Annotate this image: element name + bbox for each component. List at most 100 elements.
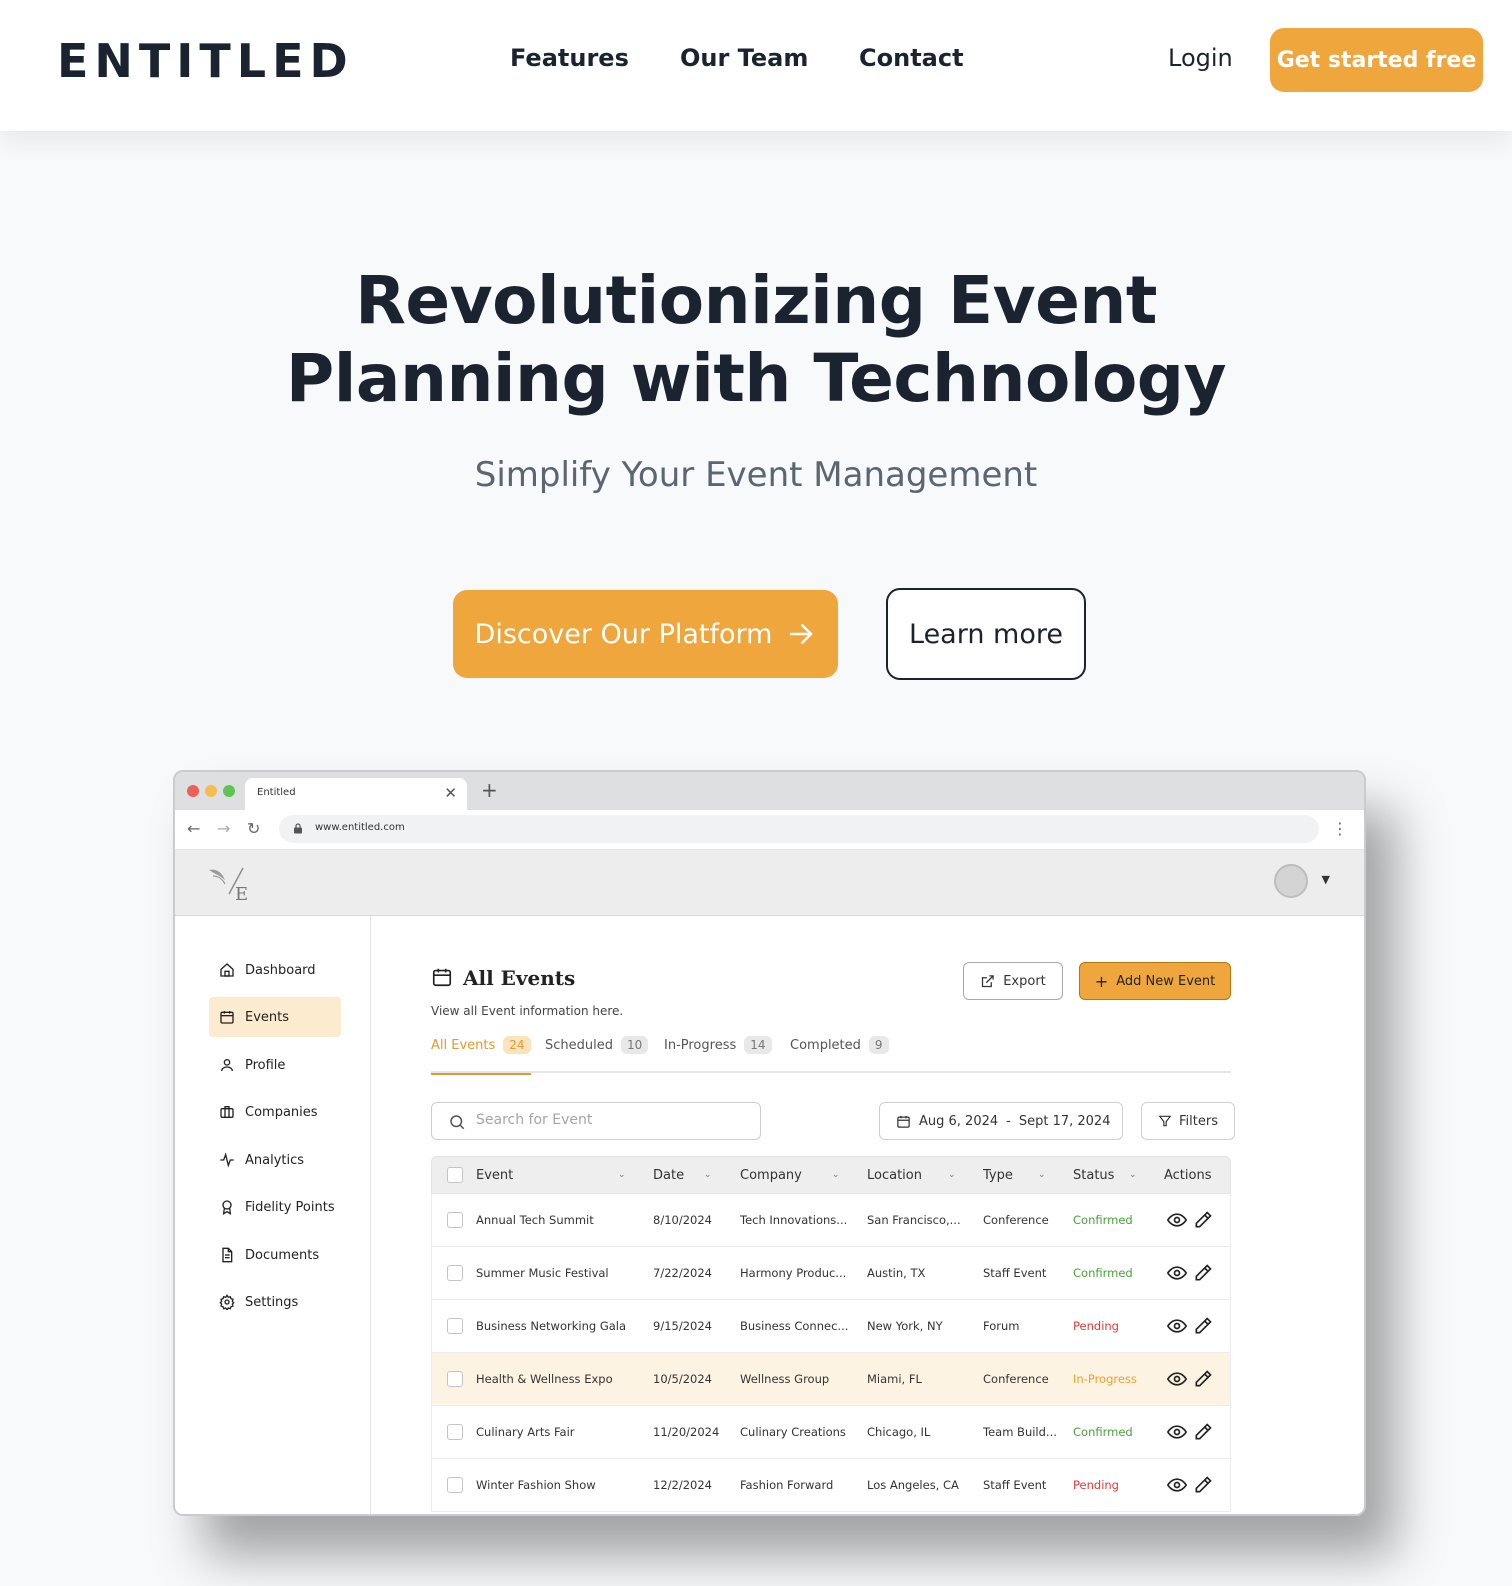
cell-type: Staff Event <box>983 1478 1047 1492</box>
sidebar-item-fidelity-points[interactable]: Fidelity Points <box>209 1187 341 1227</box>
view-eye-icon[interactable] <box>1166 1210 1188 1230</box>
chevron-down-icon[interactable]: ▼ <box>1322 873 1330 886</box>
user-avatar[interactable] <box>1274 864 1308 898</box>
minimize-window-dot[interactable] <box>205 785 217 797</box>
chevron-down-icon[interactable]: ⌄ <box>1038 1170 1046 1180</box>
brand-logo[interactable]: ENTITLED <box>57 34 354 88</box>
edit-pencil-icon[interactable] <box>1193 1210 1213 1230</box>
column-header-event[interactable]: Event <box>476 1157 513 1193</box>
table-row[interactable]: Winter Fashion Show 12/2/2024 Fashion Forw… <box>431 1459 1231 1512</box>
tab-scheduled[interactable]: Scheduled 10 <box>545 1036 649 1073</box>
sidebar-item-profile[interactable]: Profile <box>209 1045 341 1085</box>
cell-type: Team Build... <box>983 1425 1057 1439</box>
view-eye-icon[interactable] <box>1166 1475 1188 1495</box>
app-preview-window: Entitled ✕ + ← → ↻ www.entitled.com ⋮ E … <box>173 770 1366 1516</box>
nav-link-our-team[interactable]: Our Team <box>680 44 808 72</box>
tab-completed[interactable]: Completed 9 <box>790 1036 889 1073</box>
column-header-status[interactable]: Status <box>1073 1157 1114 1193</box>
date-from: Aug 6, 2024 <box>919 1113 999 1129</box>
view-eye-icon[interactable] <box>1166 1316 1188 1336</box>
row-checkbox[interactable] <box>447 1371 463 1387</box>
forward-arrow-icon[interactable]: → <box>217 819 230 838</box>
tab-count-badge: 24 <box>503 1036 531 1054</box>
table-row[interactable]: Summer Music Festival 7/22/2024 Harmony Pr… <box>431 1247 1231 1300</box>
search-icon <box>450 1115 465 1130</box>
view-eye-icon[interactable] <box>1166 1263 1188 1283</box>
edit-pencil-icon[interactable] <box>1193 1263 1213 1283</box>
sidebar-item-documents[interactable]: Documents <box>209 1235 341 1275</box>
close-tab-icon[interactable]: ✕ <box>444 784 457 802</box>
edit-pencil-icon[interactable] <box>1193 1369 1213 1389</box>
table-row[interactable]: Culinary Arts Fair 11/20/2024 Culinary Cre… <box>431 1406 1231 1459</box>
sidebar-item-settings[interactable]: Settings <box>209 1282 341 1322</box>
url-field[interactable]: www.entitled.com <box>279 815 1319 843</box>
cell-location: San Francisco,... <box>867 1213 961 1227</box>
table-row[interactable]: Annual Tech Summit 8/10/2024 Tech Innovati… <box>431 1194 1231 1247</box>
tab-count-badge: 14 <box>744 1036 772 1054</box>
nav-link-contact[interactable]: Contact <box>859 44 964 72</box>
column-header-date[interactable]: Date <box>653 1157 684 1193</box>
get-started-button[interactable]: Get started free <box>1270 28 1483 92</box>
sidebar-item-label: Fidelity Points <box>245 1199 335 1215</box>
edit-pencil-icon[interactable] <box>1193 1316 1213 1336</box>
tab-label: All Events <box>431 1038 496 1053</box>
chevron-down-icon[interactable]: ⌄ <box>618 1170 626 1180</box>
row-checkbox[interactable] <box>447 1265 463 1281</box>
row-checkbox[interactable] <box>447 1318 463 1334</box>
tab-all-events[interactable]: All Events 24 <box>431 1036 531 1075</box>
table-row[interactable]: Business Networking Gala 9/15/2024 Busines… <box>431 1300 1231 1353</box>
sidebar-item-companies[interactable]: Companies <box>209 1092 341 1132</box>
new-tab-icon[interactable]: + <box>481 778 498 802</box>
add-new-event-button[interactable]: + Add New Event <box>1079 962 1231 1000</box>
chevron-down-icon[interactable]: ⌄ <box>948 1170 956 1180</box>
close-window-dot[interactable] <box>187 785 199 797</box>
maximize-window-dot[interactable] <box>223 785 235 797</box>
chevron-down-icon[interactable]: ⌄ <box>704 1170 712 1180</box>
tab-in-progress[interactable]: In-Progress 14 <box>664 1036 772 1073</box>
view-eye-icon[interactable] <box>1166 1369 1188 1389</box>
export-button[interactable]: Export <box>963 962 1063 1000</box>
chevron-down-icon[interactable]: ⌄ <box>832 1170 840 1180</box>
row-checkbox[interactable] <box>447 1424 463 1440</box>
nav-link-features[interactable]: Features <box>510 44 629 72</box>
sidebar-item-analytics[interactable]: Analytics <box>209 1140 341 1180</box>
edit-pencil-icon[interactable] <box>1193 1422 1213 1442</box>
cell-type: Conference <box>983 1213 1049 1227</box>
app-logo-icon[interactable]: E <box>207 864 251 904</box>
select-all-checkbox[interactable] <box>447 1167 463 1183</box>
table-row[interactable]: Health & Wellness Expo 10/5/2024 Wellness … <box>431 1353 1231 1406</box>
browser-tab[interactable]: Entitled ✕ <box>245 778 467 810</box>
edit-pencil-icon[interactable] <box>1193 1475 1213 1495</box>
cell-type: Forum <box>983 1319 1020 1333</box>
sidebar-item-label: Analytics <box>245 1152 305 1168</box>
row-checkbox[interactable] <box>447 1212 463 1228</box>
calendar-icon <box>432 968 452 987</box>
sidebar-item-events[interactable]: Events <box>209 997 341 1037</box>
search-input[interactable] <box>476 1112 746 1128</box>
column-header-location[interactable]: Location <box>867 1157 922 1193</box>
browser-address-bar: ← → ↻ www.entitled.com ⋮ <box>175 810 1364 850</box>
column-header-company[interactable]: Company <box>740 1157 802 1193</box>
login-link[interactable]: Login <box>1168 44 1233 72</box>
back-arrow-icon[interactable]: ← <box>187 819 200 838</box>
cell-event: Health & Wellness Expo <box>476 1372 613 1386</box>
page-title: All Events <box>463 966 576 990</box>
view-eye-icon[interactable] <box>1166 1422 1188 1442</box>
cell-event: Business Networking Gala <box>476 1319 627 1333</box>
hero-title-line1: Revolutionizing Event <box>355 262 1157 339</box>
column-header-type[interactable]: Type <box>983 1157 1013 1193</box>
cell-date: 12/2/2024 <box>653 1478 712 1492</box>
discover-platform-button[interactable]: Discover Our Platform <box>453 590 838 678</box>
sidebar-item-dashboard[interactable]: Dashboard <box>209 950 341 990</box>
learn-more-button[interactable]: Learn more <box>886 588 1086 680</box>
filters-button[interactable]: Filters <box>1141 1102 1235 1140</box>
row-checkbox[interactable] <box>447 1477 463 1493</box>
cell-status: Confirmed <box>1073 1425 1133 1439</box>
home-icon <box>220 963 234 977</box>
filter-icon <box>1158 1115 1172 1127</box>
reload-icon[interactable]: ↻ <box>247 819 260 838</box>
browser-menu-icon[interactable]: ⋮ <box>1332 819 1348 838</box>
date-range-picker[interactable]: Aug 6, 2024 - Sept 17, 2024 <box>879 1102 1123 1140</box>
chevron-down-icon[interactable]: ⌄ <box>1129 1170 1137 1180</box>
tab-label: Scheduled <box>545 1038 613 1053</box>
